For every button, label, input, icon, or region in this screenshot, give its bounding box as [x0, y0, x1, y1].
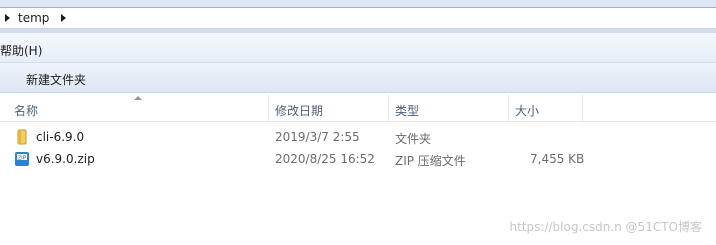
file-name[interactable]: cli-6.9.0 — [36, 130, 84, 144]
breadcrumb-temp[interactable]: temp — [18, 11, 49, 25]
file-row[interactable]: ZIP v6.9.0.zip 2020/8/25 16:52 ZIP 压缩文件 … — [0, 149, 716, 171]
column-header-name[interactable]: 名称 — [14, 102, 38, 119]
new-folder-button[interactable]: 新建文件夹 — [26, 71, 86, 88]
file-size: 7,455 KB — [530, 152, 585, 166]
column-divider[interactable] — [268, 95, 269, 121]
column-divider[interactable] — [388, 95, 389, 121]
breadcrumb-chevron-icon[interactable] — [61, 14, 67, 22]
file-type: 文件夹 — [395, 132, 432, 146]
svg-text:ZIP: ZIP — [18, 155, 27, 161]
toolbar: 新建文件夹 — [0, 63, 716, 93]
column-divider[interactable] — [508, 95, 509, 121]
file-modified: 2020/8/25 16:52 — [275, 152, 375, 166]
zip-file-icon: ZIP — [15, 152, 29, 166]
breadcrumb-chevron-icon[interactable] — [5, 14, 10, 22]
folder-icon — [17, 129, 27, 145]
column-header-size[interactable]: 大小 — [515, 102, 539, 119]
sort-ascending-icon — [134, 96, 142, 100]
menu-help[interactable]: 帮助(H) — [0, 42, 42, 59]
column-header: 名称 修改日期 类型 大小 — [0, 93, 716, 122]
file-type: ZIP 压缩文件 — [395, 154, 466, 168]
column-divider[interactable] — [582, 95, 583, 121]
watermark: https://blog.csdn.n @51CTO博客 — [509, 220, 702, 234]
file-modified: 2019/3/7 2:55 — [275, 130, 360, 144]
file-name[interactable]: v6.9.0.zip — [36, 152, 95, 166]
address-box[interactable]: temp — [0, 7, 716, 29]
menu-bar: 帮助(H) — [0, 33, 716, 63]
address-bar: temp — [0, 0, 716, 33]
column-header-type[interactable]: 类型 — [395, 102, 419, 119]
column-header-modified[interactable]: 修改日期 — [275, 102, 323, 119]
file-row[interactable]: cli-6.9.0 2019/3/7 2:55 文件夹 — [0, 127, 716, 149]
